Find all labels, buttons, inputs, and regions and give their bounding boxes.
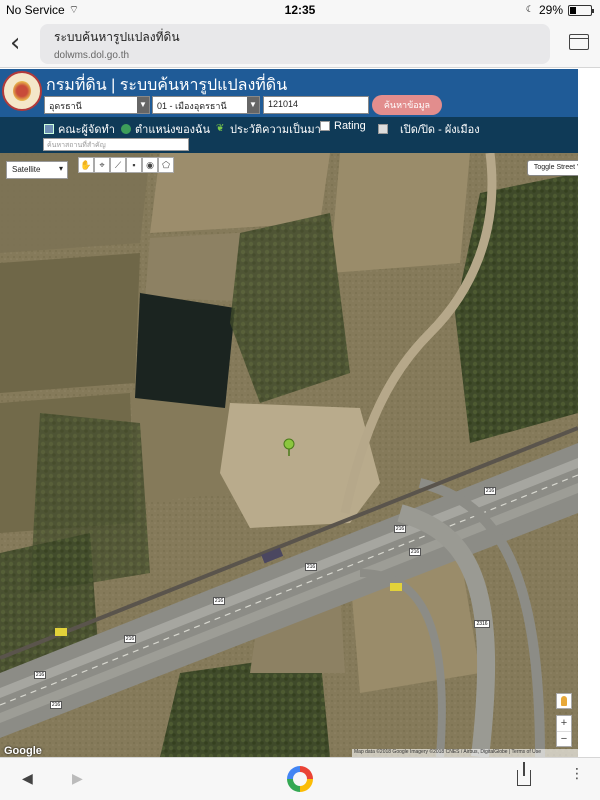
menu-item-label: เปิด/ปิด - ผังเมือง [400, 124, 480, 136]
back-icon[interactable]: ◀ [22, 770, 33, 787]
menu-item-label: Rating [334, 120, 366, 132]
zoom-out-button[interactable]: − [557, 731, 571, 746]
battery-icon [568, 4, 594, 16]
rectangle-icon[interactable]: ▪ [126, 157, 142, 173]
road-shield: 216 [50, 701, 62, 709]
menu-item-label: คณะผู้จัดทำ [58, 124, 115, 136]
satellite-imagery [0, 153, 578, 757]
address-bar[interactable]: ระบบค้นหารูปแปลงที่ดิน dolwms.dol.go.th [40, 24, 550, 64]
province-select[interactable]: อุดรธานี ▼ [44, 96, 150, 114]
road-shield: 2316 [474, 620, 490, 628]
polygon-icon[interactable]: ⬠ [158, 157, 174, 173]
chart-icon [320, 121, 330, 131]
search-button[interactable]: ค้นหาข้อมูล [372, 95, 442, 115]
district-select[interactable]: 01 - เมืองอุดรธานี ▼ [152, 96, 260, 114]
browser-bottom-bar: ◀ ▶ ⋮ [0, 757, 600, 800]
google-icon[interactable] [287, 766, 313, 792]
road-shield: 216 [305, 563, 317, 571]
page-title: ระบบค้นหารูปแปลงที่ดิน [54, 30, 180, 44]
road-shield: 216 [124, 635, 136, 643]
menu-item-history[interactable]: ❦ ประวัติความเป็นมา [216, 120, 321, 138]
road-shield: 216 [484, 487, 496, 495]
battery-percent: 29% [538, 3, 563, 17]
menu-item-label: ตำแหน่งของฉัน [135, 124, 211, 136]
back-chevron-icon[interactable]: ‹ [10, 30, 30, 56]
book-icon [44, 124, 54, 134]
battery-fill [570, 6, 576, 14]
drawing-toolbar: ✋ ⌖ ⟋ ▪ ◉ ⬠ [78, 157, 174, 173]
share-icon[interactable] [517, 762, 531, 786]
menu-item-city-plan-toggle[interactable]: เปิด/ปิด - ผังเมือง [378, 120, 480, 138]
menu-item-label: ประวัติความเป็นมา [230, 124, 321, 136]
moon-icon: ☾ [525, 5, 534, 15]
location-search-input[interactable]: ค้นหาสถานที่สำคัญ [43, 138, 189, 151]
district-select-value: 01 - เมืองอุดรธานี [157, 101, 227, 111]
dol-seal-logo [2, 71, 42, 111]
satellite-map[interactable]: 216 216 216 216 216 216 216 216 2316 Sat… [0, 153, 578, 757]
status-bar: No Service ⌔ 12:35 ☾ 29% [0, 0, 600, 20]
chevron-down-icon: ▼ [247, 97, 259, 113]
road-shield: 216 [213, 597, 225, 605]
road-shield: 216 [34, 671, 46, 679]
map-attribution[interactable]: Map data ©2018 Google Imagery ©2018 CNES… [352, 749, 578, 757]
hand-icon[interactable]: ✋ [78, 157, 94, 173]
forward-icon[interactable]: ▶ [72, 770, 83, 787]
province-select-value: อุดรธานี [49, 101, 82, 111]
globe-icon [121, 124, 131, 134]
pegman-icon[interactable] [556, 693, 572, 709]
page-margin [578, 69, 600, 757]
menu-item-rating[interactable]: Rating [320, 120, 366, 132]
leaf-icon: ❦ [216, 123, 225, 134]
road-shield: 216 [409, 548, 421, 556]
menu-item-credits[interactable]: คณะผู้จัดทำ [44, 120, 115, 138]
tabs-icon[interactable] [569, 34, 589, 50]
parcel-number-input[interactable]: 121014 [263, 96, 369, 114]
map-type-select[interactable]: Satellite [6, 161, 68, 179]
browser-top-bar: ‹ ระบบค้นหารูปแปลงที่ดิน dolwms.dol.go.t… [0, 20, 600, 68]
toggle-street-view-button[interactable]: Toggle Street View [527, 160, 578, 176]
marker-icon[interactable]: ⌖ [94, 157, 110, 173]
more-icon[interactable]: ⋮ [570, 766, 584, 788]
chevron-down-icon: ▼ [137, 97, 149, 113]
road-shield: 216 [394, 525, 406, 533]
google-map-logo: Google [4, 745, 42, 757]
zoom-in-button[interactable]: + [557, 716, 571, 731]
checkbox-icon[interactable] [378, 124, 388, 134]
site-title: กรมที่ดิน | ระบบค้นหารูปแปลงที่ดิน [46, 77, 288, 94]
circle-icon[interactable]: ◉ [142, 157, 158, 173]
zoom-control: + − [556, 715, 572, 747]
menu-item-my-location[interactable]: ตำแหน่งของฉัน [121, 120, 210, 138]
polyline-icon[interactable]: ⟋ [110, 157, 126, 173]
nav-menu: คณะผู้จัดทำ ตำแหน่งของฉัน ❦ ประวัติความเ… [0, 117, 578, 153]
page-url: dolwms.dol.go.th [54, 50, 130, 61]
clock: 12:35 [284, 3, 316, 17]
